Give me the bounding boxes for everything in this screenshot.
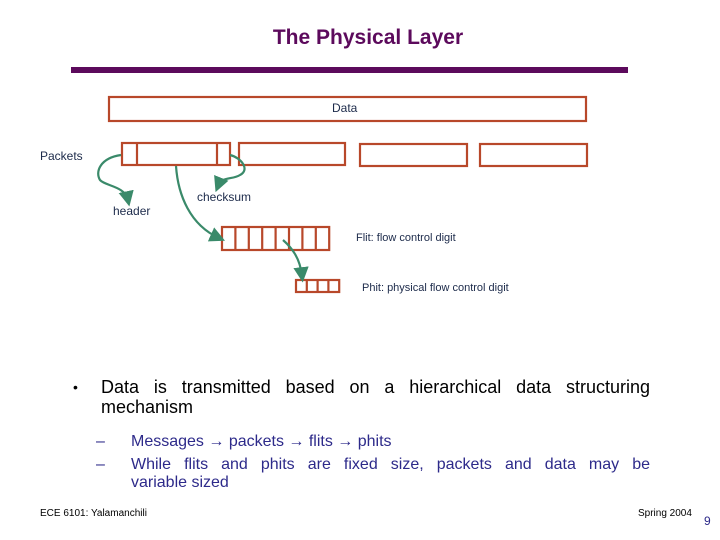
packet-box-3 bbox=[358, 142, 469, 168]
data-hierarchy-diagram bbox=[97, 95, 589, 294]
bullet-main-line-1: Data is transmitted based on a hierarchi… bbox=[101, 377, 650, 397]
checksum-arrow bbox=[214, 153, 246, 193]
checksum-label: checksum bbox=[197, 190, 252, 204]
flit-box bbox=[220, 225, 331, 252]
sub-bullet-2-line-1: While flits and phits are fixed size, pa… bbox=[131, 456, 650, 473]
flit-label: Flit: flow control digit bbox=[356, 232, 456, 244]
header-arrow bbox=[97, 153, 134, 207]
dash-icon: – bbox=[96, 433, 105, 450]
packet-box-2 bbox=[237, 141, 347, 167]
sub-bullet-2-line-2: variable sized bbox=[131, 474, 229, 491]
page-number: 9 bbox=[704, 514, 711, 528]
bullet-main: • Data is transmitted based on a hierarc… bbox=[73, 377, 650, 417]
phit-box bbox=[294, 278, 341, 294]
header-label: header bbox=[113, 204, 151, 218]
footer-course: ECE 6101: Yalamanchili bbox=[40, 508, 147, 519]
bullet-dot-icon: • bbox=[73, 379, 78, 395]
phit-label: Phit: physical flow control digit bbox=[362, 282, 509, 294]
packets-label: Packets bbox=[40, 149, 83, 163]
sub-bullet-2: – While flits and phits are fixed size, … bbox=[96, 456, 650, 492]
sub-bullet-1-text: Messages → packets → flits → phits bbox=[131, 433, 392, 450]
packet-box-1 bbox=[120, 141, 232, 167]
data-label: Data bbox=[332, 101, 358, 115]
flit-to-phit-arrow bbox=[282, 239, 309, 283]
sub-bullet-1: – Messages → packets → flits → phits bbox=[96, 433, 650, 451]
bullet-list: • Data is transmitted based on a hierarc… bbox=[73, 377, 650, 492]
packet-box-4 bbox=[478, 142, 589, 168]
footer-term: Spring 2004 bbox=[638, 508, 692, 519]
bullet-main-line-2: mechanism bbox=[101, 397, 194, 417]
dash-icon: – bbox=[96, 456, 105, 473]
